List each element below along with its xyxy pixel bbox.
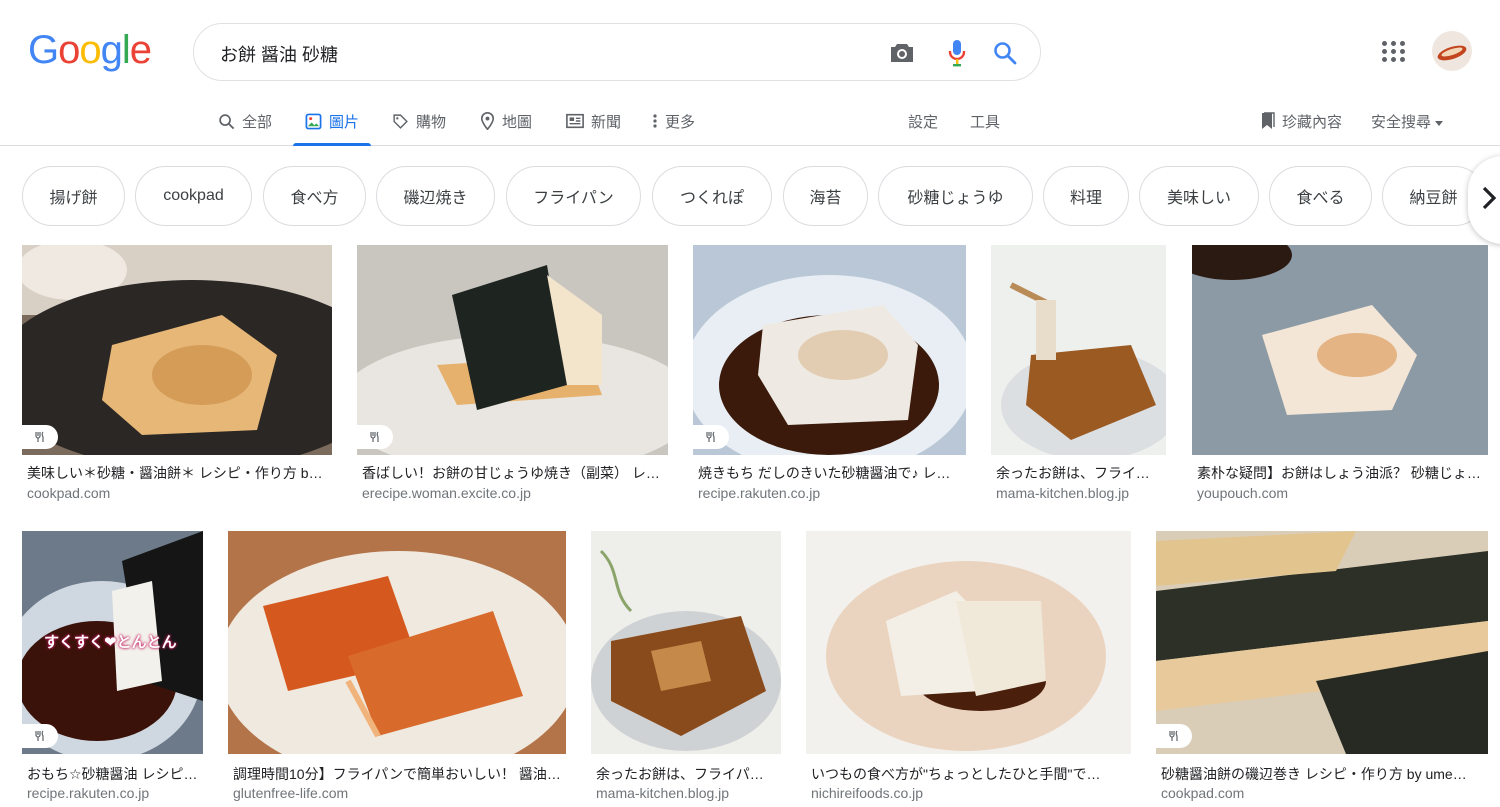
camera-icon[interactable] (887, 38, 917, 68)
image-icon (305, 113, 322, 130)
image-result[interactable]: すくすく❤とんとん おもち☆砂糖醤油 レシピ… recipe.rakuten.c… (22, 531, 203, 807)
chip-suggestion[interactable]: 砂糖じょうゆ (878, 166, 1033, 226)
result-thumbnail[interactable] (991, 245, 1166, 455)
fork-knife-icon (34, 730, 46, 742)
tag-icon (392, 113, 409, 130)
chip-suggestion[interactable]: フライパン (506, 166, 641, 226)
chevron-right-icon (1482, 186, 1497, 215)
image-result[interactable]: 香ばしい！お餅の甘じょうゆ焼き（副菜） レシピ… erecipe.woman.e… (357, 245, 668, 510)
tab-more[interactable]: 更多 (652, 96, 695, 146)
google-logo[interactable]: Google (28, 30, 152, 70)
watermark-text: すくすく❤とんとん (44, 634, 177, 651)
result-thumbnail[interactable] (228, 531, 566, 754)
newspaper-icon (566, 113, 584, 129)
safesearch-label: 安全搜尋 (1371, 113, 1432, 131)
image-result[interactable]: 美味しい＊砂糖・醤油餅＊ レシピ・作り方 by … cookpad.com (22, 245, 332, 510)
result-thumbnail[interactable] (693, 245, 966, 455)
result-title[interactable]: 余ったお餅は、フライパ… (596, 764, 776, 784)
search-icon[interactable] (990, 38, 1020, 68)
result-title[interactable]: 素朴な疑問】お餅はしょう油派？ 砂糖じょ… (1197, 463, 1483, 483)
result-source[interactable]: recipe.rakuten.co.jp (27, 785, 198, 801)
result-title[interactable]: 調理時間10分】フライパンで簡単おいしい！ 醤油… (233, 764, 561, 784)
tab-maps[interactable]: 地圖 (480, 96, 532, 146)
result-title[interactable]: 砂糖醤油餅の磯辺巻き レシピ・作り方 by ume… (1161, 764, 1483, 784)
search-icon (218, 113, 235, 130)
recipe-badge (1156, 724, 1192, 748)
tab-label: 全部 (242, 113, 273, 131)
image-result[interactable]: いつもの食べ方が"ちょっとしたひと手間"で… nichireifoods.co.… (806, 531, 1131, 807)
tab-label: 地圖 (502, 113, 533, 131)
chip-suggestion[interactable]: 磯辺焼き (376, 166, 495, 226)
image-result[interactable]: 余ったお餅は、フライパ… mama-kitchen.blog.jp (591, 531, 781, 807)
result-title[interactable]: 美味しい＊砂糖・醤油餅＊ レシピ・作り方 by … (27, 463, 327, 483)
recipe-badge (22, 425, 58, 449)
image-result[interactable]: 素朴な疑問】お餅はしょう油派？ 砂糖じょ… youpouch.com (1192, 245, 1488, 510)
caret-down-icon (1435, 113, 1444, 130)
search-tabs: 全部 圖片 購物 地圖 新聞 更多 設定 工具 珍藏內容 安全搜尋 (0, 96, 1500, 146)
fork-knife-icon (369, 431, 381, 443)
result-title[interactable]: 余ったお餅は、フライパ… (996, 463, 1161, 483)
search-box[interactable]: お餅 醤油 砂糖 (193, 23, 1041, 81)
result-source[interactable]: recipe.rakuten.co.jp (698, 485, 961, 501)
tab-label: 更多 (665, 113, 696, 131)
result-thumbnail[interactable] (1192, 245, 1488, 455)
chip-suggestion[interactable]: 食べ方 (263, 166, 366, 226)
image-result[interactable]: 調理時間10分】フライパンで簡単おいしい！ 醤油… glutenfree-lif… (228, 531, 566, 807)
result-title[interactable]: 香ばしい！お餅の甘じょうゆ焼き（副菜） レシピ… (362, 463, 662, 483)
bookmark-icon (1261, 112, 1275, 130)
settings-link[interactable]: 設定 (908, 96, 938, 146)
result-source[interactable]: cookpad.com (27, 485, 327, 501)
chip-suggestion[interactable]: 揚げ餅 (22, 166, 125, 226)
image-result[interactable]: 砂糖醤油餅の磯辺巻き レシピ・作り方 by ume… cookpad.com (1156, 531, 1488, 807)
tab-images[interactable]: 圖片 (292, 96, 372, 146)
chip-suggestion[interactable]: cookpad (135, 166, 252, 226)
chip-suggestion[interactable]: 料理 (1043, 166, 1129, 226)
map-pin-icon (480, 112, 495, 130)
result-thumbnail[interactable] (591, 531, 781, 754)
result-thumbnail[interactable] (22, 245, 332, 455)
fork-knife-icon (705, 431, 717, 443)
result-source[interactable]: mama-kitchen.blog.jp (996, 485, 1161, 501)
tab-label: 新聞 (591, 113, 622, 131)
search-input[interactable]: お餅 醤油 砂糖 (220, 41, 338, 67)
result-thumbnail[interactable] (806, 531, 1131, 754)
result-thumbnail[interactable] (1156, 531, 1488, 754)
apps-grid-icon[interactable] (1380, 37, 1408, 65)
tools-link[interactable]: 工具 (970, 96, 1000, 146)
fork-knife-icon (1168, 730, 1180, 742)
result-title[interactable]: おもち☆砂糖醤油 レシピ… (27, 764, 198, 784)
result-thumbnail[interactable]: すくすく❤とんとん (22, 531, 203, 754)
result-source[interactable]: mama-kitchen.blog.jp (596, 785, 776, 801)
chip-suggestion[interactable]: 食べる (1269, 166, 1372, 226)
tab-shopping[interactable]: 購物 (392, 96, 446, 146)
more-vert-icon (652, 113, 658, 129)
tab-label: 圖片 (329, 113, 360, 131)
saved-label: 珍藏內容 (1282, 113, 1343, 131)
avatar[interactable] (1432, 31, 1472, 71)
result-title[interactable]: いつもの食べ方が"ちょっとしたひと手間"で… (811, 764, 1126, 784)
chip-suggestion[interactable]: 美味しい (1139, 166, 1259, 226)
result-source[interactable]: glutenfree-life.com (233, 785, 561, 801)
recipe-badge (693, 425, 729, 449)
result-source[interactable]: erecipe.woman.excite.co.jp (362, 485, 662, 501)
result-source[interactable]: cookpad.com (1161, 785, 1483, 801)
tab-label: 購物 (416, 113, 447, 131)
result-title[interactable]: 焼きもち だしのきいた砂糖醤油で♪ レシピ・… (698, 463, 961, 483)
microphone-icon[interactable] (942, 38, 972, 68)
recipe-badge (357, 425, 393, 449)
tab-all[interactable]: 全部 (218, 96, 272, 146)
image-result[interactable]: 焼きもち だしのきいた砂糖醤油で♪ レシピ・… recipe.rakuten.c… (693, 245, 966, 510)
safesearch-dropdown[interactable]: 安全搜尋 (1371, 96, 1444, 146)
chip-suggestion[interactable]: つくれぽ (652, 166, 772, 226)
fork-knife-icon (34, 431, 46, 443)
result-source[interactable]: nichireifoods.co.jp (811, 785, 1126, 801)
result-thumbnail[interactable] (357, 245, 668, 455)
chip-suggestion[interactable]: 海苔 (783, 166, 868, 226)
result-source[interactable]: youpouch.com (1197, 485, 1483, 501)
tab-news[interactable]: 新聞 (566, 96, 621, 146)
image-result[interactable]: 余ったお餅は、フライパ… mama-kitchen.blog.jp (991, 245, 1166, 510)
recipe-badge (22, 724, 58, 748)
chips-next-button[interactable] (1468, 156, 1500, 244)
saved-link[interactable]: 珍藏內容 (1261, 96, 1342, 146)
